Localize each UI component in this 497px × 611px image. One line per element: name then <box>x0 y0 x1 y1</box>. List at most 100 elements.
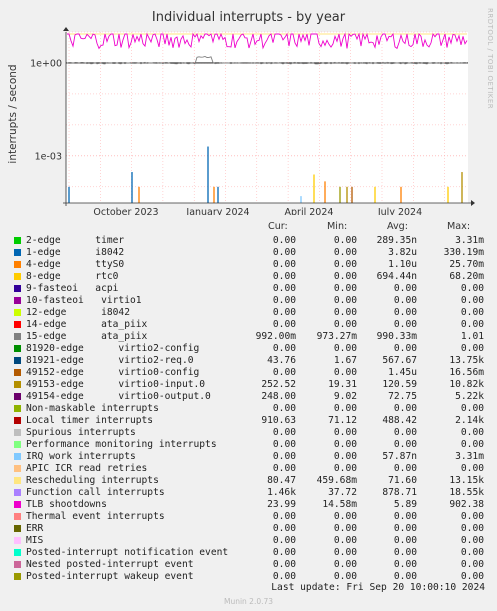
legend-max: 13.75k <box>449 355 484 366</box>
legend-max: 25.70m <box>449 259 484 270</box>
legend-avg: 0.00 <box>393 511 417 522</box>
legend-swatch <box>14 369 21 376</box>
legend-swatch <box>14 489 21 496</box>
legend-avg: 57.87n <box>382 451 417 462</box>
legend-cur: 252.52 <box>261 379 296 390</box>
legend-max: 1.01 <box>460 331 484 342</box>
legend-row: 81921-edge virtio2-req.0 43.76 1.67 567.67 1… <box>0 355 497 367</box>
legend-avg: 0.00 <box>393 439 417 450</box>
legend-swatch <box>14 477 21 484</box>
legend-cur: 23.99 <box>267 499 296 510</box>
legend-min: 0.00 <box>333 427 357 438</box>
legend-avg: 567.67 <box>382 355 417 366</box>
legend-swatch <box>14 333 21 340</box>
legend-avg: 0.00 <box>393 343 417 354</box>
legend-name: Thermal event interrupts <box>26 511 165 522</box>
legend-cur: 0.00 <box>272 547 296 558</box>
legend-swatch <box>14 537 21 544</box>
legend-avg: 3.82u <box>388 247 417 258</box>
legend-min: 0.00 <box>333 259 357 270</box>
legend-swatch <box>14 237 21 244</box>
legend-min: 1.67 <box>333 355 357 366</box>
legend-min: 459.68m <box>316 475 357 486</box>
x-tick-label: April 2024 <box>285 207 334 215</box>
legend-name: 12-edge i8042 <box>26 307 130 318</box>
y-axis-arrow <box>63 27 69 31</box>
legend-swatch <box>14 297 21 304</box>
legend-min: 0.00 <box>333 523 357 534</box>
last-update: Last update: Fri Sep 20 10:00:10 2024 <box>271 582 485 593</box>
legend-name: Non-maskable interrupts <box>26 403 159 414</box>
legend-avg: 0.00 <box>393 319 417 330</box>
legend-name: IRQ work interrupts <box>26 451 136 462</box>
legend-cur: 80.47 <box>267 475 296 486</box>
legend-cur: 0.00 <box>272 535 296 546</box>
legend-swatch <box>14 345 21 352</box>
legend-swatch <box>14 429 21 436</box>
x-tick-label: October 2023 <box>93 207 158 215</box>
legend-cur: 0.00 <box>272 259 296 270</box>
legend-name: 2-edge timer <box>26 235 125 246</box>
legend-cur: 248.00 <box>261 391 296 402</box>
legend-min: 0.00 <box>333 247 357 258</box>
legend-min: 0.00 <box>333 463 357 474</box>
legend-swatch <box>14 261 21 268</box>
legend-name: Rescheduling interrupts <box>26 475 159 486</box>
legend-swatch <box>14 417 21 424</box>
legend-cur: 0.00 <box>272 271 296 282</box>
legend-max: 0.00 <box>460 547 484 558</box>
legend-cur: 1.46k <box>267 487 296 498</box>
legend-max: 0.00 <box>460 307 484 318</box>
legend-cur: 0.00 <box>272 283 296 294</box>
legend-row: 15-edge ata_piix 992.00m 973.27m 990.33m 1.0… <box>0 331 497 343</box>
legend-row: TLB shootdowns 23.99 14.58m 5.89 902.38 <box>0 499 497 511</box>
legend-row: IRQ work interrupts 0.00 0.00 57.87n 3.31m <box>0 451 497 463</box>
legend-cur: 0.00 <box>272 523 296 534</box>
legend-max: 902.38 <box>449 499 484 510</box>
legend-max: 0.00 <box>460 427 484 438</box>
legend-swatch <box>14 393 21 400</box>
col-header-avg: Avg: <box>387 221 409 232</box>
legend-name: 81921-edge virtio2-req.0 <box>26 355 194 366</box>
legend-min: 0.00 <box>333 559 357 570</box>
legend-row: 9-fasteoi acpi 0.00 0.00 0.00 0.00 <box>0 283 497 295</box>
legend-max: 0.00 <box>460 523 484 534</box>
legend-min: 0.00 <box>333 307 357 318</box>
y-tick-label: 1e+00 <box>30 58 62 69</box>
legend-swatch <box>14 465 21 472</box>
legend-row: 49154-edge virtio0-output.0 248.00 9.02 72.… <box>0 391 497 403</box>
legend-row: 12-edge i8042 0.00 0.00 0.00 0.00 <box>0 307 497 319</box>
legend-avg: 1.10u <box>388 259 417 270</box>
legend-max: 13.15k <box>449 475 484 486</box>
legend-max: 0.00 <box>460 439 484 450</box>
legend-name: Function call interrupts <box>26 487 165 498</box>
legend-row: Local timer interrupts 910.63 71.12 488.42 2… <box>0 415 497 427</box>
legend-swatch <box>14 357 21 364</box>
legend-name: Posted-interrupt notification event <box>26 547 229 558</box>
legend-min: 0.00 <box>333 271 357 282</box>
legend-swatch <box>14 573 21 580</box>
legend-min: 0.00 <box>333 295 357 306</box>
legend-row: 10-fasteoi virtio1 0.00 0.00 0.00 0.00 <box>0 295 497 307</box>
legend-cur: 0.00 <box>272 235 296 246</box>
legend-row: 81920-edge virtio2-config 0.00 0.00 0.00 0.0… <box>0 343 497 355</box>
legend-avg: 72.75 <box>388 391 417 402</box>
legend-avg: 0.00 <box>393 427 417 438</box>
legend-swatch <box>14 441 21 448</box>
legend-cur: 0.00 <box>272 319 296 330</box>
legend-min: 0.00 <box>333 451 357 462</box>
legend-avg: 0.00 <box>393 403 417 414</box>
legend-max: 0.00 <box>460 283 484 294</box>
legend-row: 4-edge ttyS0 0.00 0.00 1.10u 25.70m <box>0 259 497 271</box>
legend-avg: 0.00 <box>393 463 417 474</box>
legend-min: 19.31 <box>328 379 357 390</box>
legend-cur: 910.63 <box>261 415 296 426</box>
legend-min: 37.72 <box>328 487 357 498</box>
legend-swatch <box>14 285 21 292</box>
legend-swatch <box>14 249 21 256</box>
col-header-max: Max: <box>447 221 471 232</box>
legend-row: APIC ICR read retries 0.00 0.00 0.00 0.00 <box>0 463 497 475</box>
legend-name: 14-edge ata_piix <box>26 319 148 330</box>
legend-row: Non-maskable interrupts 0.00 0.00 0.00 0.00 <box>0 403 497 415</box>
legend-min: 0.00 <box>333 547 357 558</box>
